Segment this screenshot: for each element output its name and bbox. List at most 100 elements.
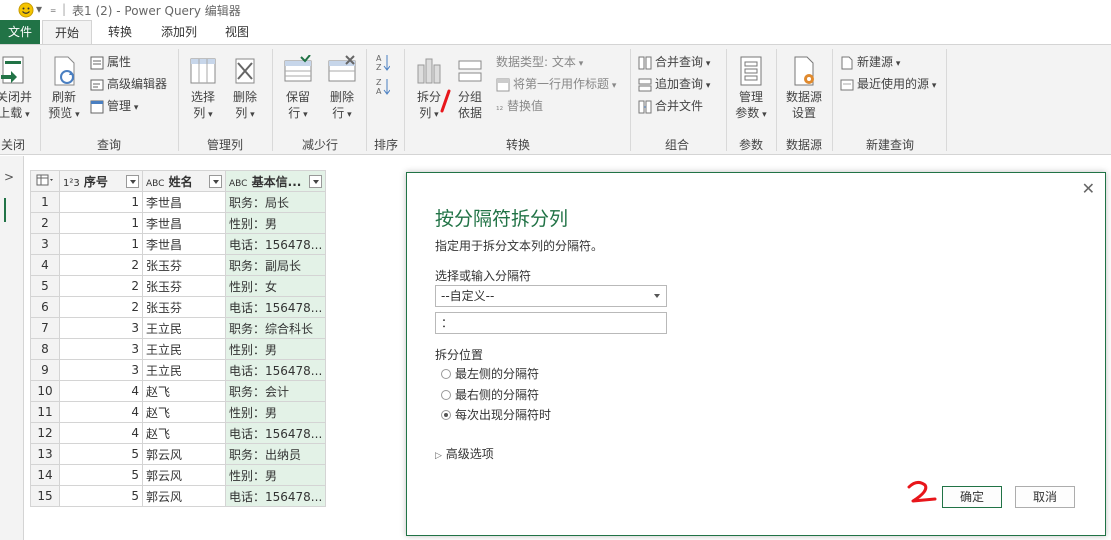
table-row[interactable]: 8 3 王立民 性别：男 [30,338,327,360]
expand-pane-icon[interactable]: > [4,170,14,184]
table-row[interactable]: 15 5 郭云风 电话：156478... [30,485,327,507]
replace-values-button[interactable]: ₁₂ 替换值 [496,98,543,116]
seq-cell[interactable]: 3 [59,338,143,360]
close-and-load-button[interactable]: 关闭并 上载 ▾ [0,55,34,123]
delimiter-select[interactable]: --自定义-- [435,285,667,307]
table-row[interactable]: 7 3 王立民 职务：综合科长 [30,317,327,339]
column-header-seq[interactable]: 1²3 序号 [59,170,143,192]
row-number-cell[interactable]: 9 [30,359,60,381]
custom-delimiter-input[interactable]: ： [435,312,667,334]
row-number-cell[interactable]: 14 [30,464,60,486]
row-number-cell[interactable]: 11 [30,401,60,423]
info-cell[interactable]: 职务：综合科长 [224,317,327,339]
seq-cell[interactable]: 5 [59,443,143,465]
close-icon[interactable]: ✕ [1082,179,1095,198]
name-cell[interactable]: 郭云风 [142,485,226,507]
seq-cell[interactable]: 4 [59,380,143,402]
info-cell[interactable]: 性别：男 [224,401,327,423]
radio-leftmost[interactable]: 最左侧的分隔符 [441,366,539,382]
refresh-preview-button[interactable]: 刷新 预览 ▾ [44,55,84,123]
filter-dropdown-icon[interactable] [126,174,139,188]
tab-transform[interactable]: 转换 [96,20,144,44]
new-source-button[interactable]: 新建源 ▾ [840,54,900,72]
use-first-row-headers-button[interactable]: 将第一行用作标题 ▾ [496,76,616,94]
table-row[interactable]: 6 2 张玉芬 电话：156478... [30,296,327,318]
seq-cell[interactable]: 1 [59,212,143,234]
combine-files-button[interactable]: 合并文件 [638,98,703,114]
info-cell[interactable]: 电话：156478... [224,233,327,255]
seq-cell[interactable]: 3 [59,359,143,381]
datasource-settings-button[interactable]: 数据源 设置 [780,55,828,121]
name-cell[interactable]: 赵飞 [142,422,226,444]
table-row[interactable]: 13 5 郭云风 职务：出纳员 [30,443,327,465]
seq-cell[interactable]: 1 [59,233,143,255]
radio-each-occurrence[interactable]: 每次出现分隔符时 [441,407,551,423]
name-cell[interactable]: 李世昌 [142,212,226,234]
radio-rightmost[interactable]: 最右侧的分隔符 [441,387,539,403]
name-cell[interactable]: 张玉芬 [142,296,226,318]
name-cell[interactable]: 张玉芬 [142,254,226,276]
name-cell[interactable]: 赵飞 [142,380,226,402]
table-row[interactable]: 10 4 赵飞 职务：会计 [30,380,327,402]
row-number-cell[interactable]: 6 [30,296,60,318]
name-cell[interactable]: 赵飞 [142,401,226,423]
info-cell[interactable]: 职务：局长 [224,191,327,213]
row-number-cell[interactable]: 15 [30,485,60,507]
table-row[interactable]: 2 1 李世昌 性别：男 [30,212,327,234]
manage-query-button[interactable]: 管理 ▾ [90,98,138,116]
row-number-cell[interactable]: 5 [30,275,60,297]
properties-button[interactable]: 属性 [90,54,131,70]
info-cell[interactable]: 职务：会计 [224,380,327,402]
table-row[interactable]: 11 4 赵飞 性别：男 [30,401,327,423]
table-row[interactable]: 1 1 李世昌 职务：局长 [30,191,327,213]
name-cell[interactable]: 李世昌 [142,233,226,255]
seq-cell[interactable]: 3 [59,317,143,339]
ok-button[interactable]: 确定 [942,486,1002,508]
table-row[interactable]: 9 3 王立民 电话：156478... [30,359,327,381]
info-cell[interactable]: 性别：男 [224,212,327,234]
smiley-icon[interactable] [18,2,34,21]
tab-view[interactable]: 视图 [214,20,260,44]
recent-sources-button[interactable]: 最近使用的源 ▾ [840,76,936,94]
seq-cell[interactable]: 5 [59,485,143,507]
row-number-cell[interactable]: 2 [30,212,60,234]
info-cell[interactable]: 电话：156478... [224,485,327,507]
advanced-options-toggle[interactable]: ▷ 高级选项 [435,445,494,462]
name-cell[interactable]: 张玉芬 [142,275,226,297]
info-cell[interactable]: 电话：156478... [224,359,327,381]
column-header-info[interactable]: ABC 基本信... [224,170,327,192]
info-cell[interactable]: 职务：出纳员 [224,443,327,465]
tab-home[interactable]: 开始 [42,20,92,45]
remove-columns-button[interactable]: 删除 列 ▾ [226,55,264,123]
column-header-name[interactable]: ABC 姓名 [142,170,226,192]
name-cell[interactable]: 郭云风 [142,464,226,486]
seq-cell[interactable]: 2 [59,296,143,318]
row-number-cell[interactable]: 3 [30,233,60,255]
info-cell[interactable]: 电话：156478... [224,296,327,318]
advanced-editor-button[interactable]: 高级编辑器 [90,76,167,92]
seq-cell[interactable]: 4 [59,401,143,423]
choose-columns-button[interactable]: 选择 列 ▾ [184,55,222,123]
row-number-cell[interactable]: 4 [30,254,60,276]
filter-dropdown-icon[interactable] [209,174,222,188]
info-cell[interactable]: 性别：男 [224,338,327,360]
info-cell[interactable]: 性别：男 [224,464,327,486]
name-cell[interactable]: 王立民 [142,338,226,360]
seq-cell[interactable]: 4 [59,422,143,444]
tab-file[interactable]: 文件 [0,20,40,44]
append-queries-button[interactable]: 追加查询 ▾ [638,76,710,94]
row-number-cell[interactable]: 13 [30,443,60,465]
filter-dropdown-icon[interactable] [309,174,323,188]
table-row[interactable]: 12 4 赵飞 电话：156478... [30,422,327,444]
customize-toolbar-icon[interactable]: ₌ [50,2,56,16]
seq-cell[interactable]: 2 [59,275,143,297]
info-cell[interactable]: 电话：156478... [224,422,327,444]
queries-pane-collapsed[interactable]: > [0,156,24,540]
row-number-cell[interactable]: 12 [30,422,60,444]
seq-cell[interactable]: 1 [59,191,143,213]
name-cell[interactable]: 王立民 [142,317,226,339]
datatype-dropdown[interactable]: 数据类型: 文本 ▾ [496,54,583,72]
remove-rows-button[interactable]: 删除 行 ▾ [322,55,362,123]
table-row[interactable]: 14 5 郭云风 性别：男 [30,464,327,486]
name-cell[interactable]: 王立民 [142,359,226,381]
